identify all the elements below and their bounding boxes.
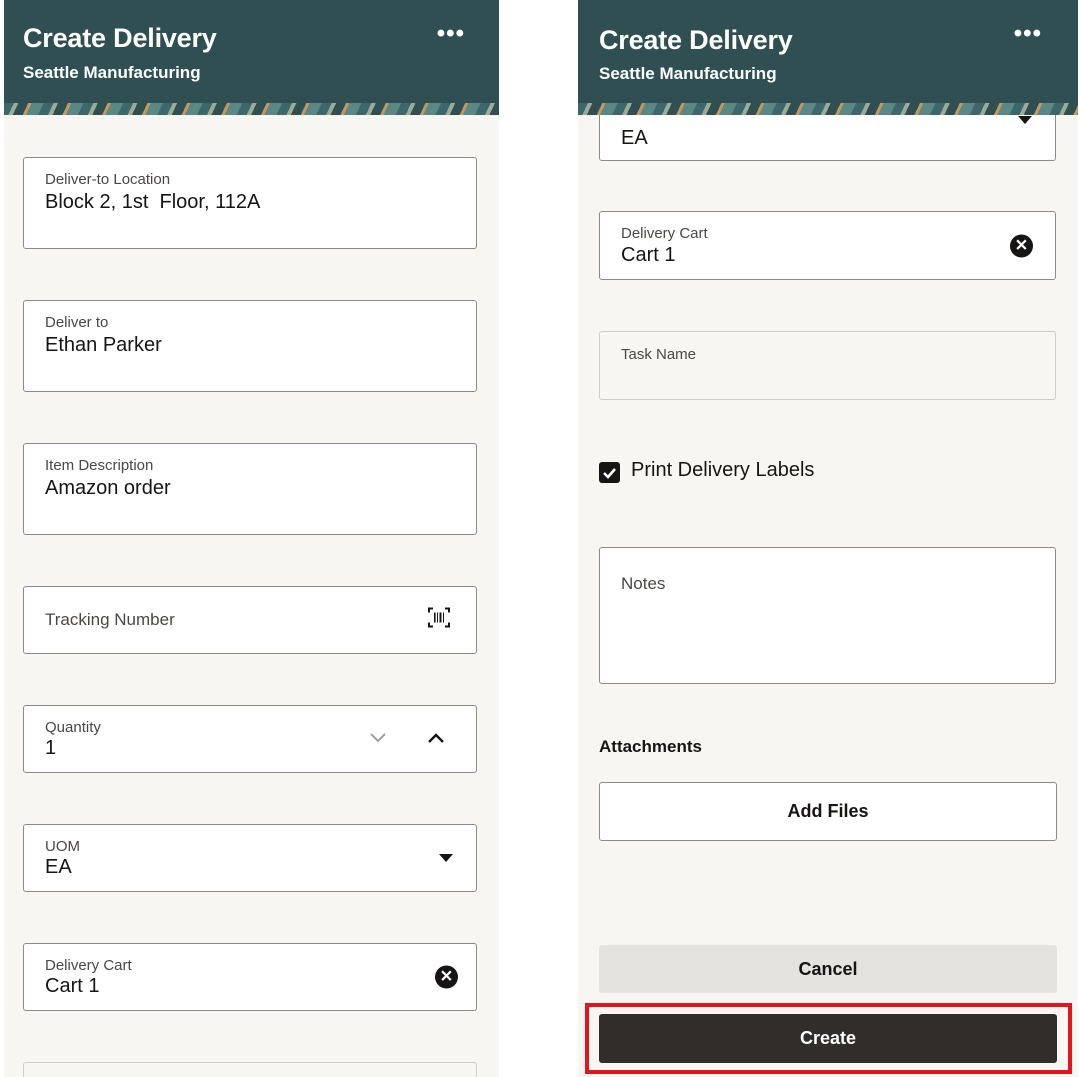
chevron-up-icon[interactable] [428,730,444,748]
cancel-button[interactable]: Cancel [599,945,1057,993]
more-icon[interactable]: ••• [437,22,465,46]
screen-left: Deliver-to Location Block 2, 1st Floor, … [4,0,499,1077]
deliver-to-label: Deliver to [45,314,109,331]
chevron-down-icon[interactable] [370,730,386,748]
more-icon[interactable]: ••• [1014,22,1042,46]
page-title: Create Delivery [599,25,793,55]
task-name-label: Task Name [621,346,697,363]
task-name-field[interactable] [23,1062,477,1077]
add-files-button[interactable]: Add Files [599,782,1057,841]
item-description-field[interactable]: Item Description Amazon order [23,443,477,535]
page-subtitle: Seattle Manufacturing [23,63,201,82]
delivery-cart-value: Cart 1 [621,244,676,266]
deliver-to-location-value: Block 2, 1st Floor, 112A [45,191,261,213]
deliver-to-location-field[interactable]: Deliver-to Location Block 2, 1st Floor, … [23,157,477,249]
tracking-number-label: Tracking Number [45,610,175,629]
page-subtitle: Seattle Manufacturing [599,64,777,83]
quantity-stepper[interactable]: Quantity 1 [23,705,477,773]
item-description-value: Amazon order [45,477,171,499]
deliver-to-value: Ethan Parker [45,334,162,356]
deliver-to-field[interactable]: Deliver to Ethan Parker [23,300,477,392]
uom-select[interactable]: UOM EA [23,824,477,892]
print-delivery-labels-checkbox[interactable] [599,462,620,483]
app-header: Create Delivery Seattle Manufacturing ••… [578,0,1078,115]
quantity-value: 1 [45,737,57,759]
header-pattern [578,103,1078,115]
notes-label: Notes [621,574,666,593]
delivery-cart-label: Delivery Cart [45,957,132,974]
uom-value: EA [45,856,72,878]
barcode-scan-icon[interactable] [428,607,450,633]
quantity-label: Quantity [45,719,101,736]
print-delivery-labels-label: Print Delivery Labels [631,459,815,481]
delivery-cart-field[interactable]: Delivery Cart Cart 1 ✕ [599,211,1056,280]
create-button-highlight [585,1003,1072,1074]
app-header: Create Delivery Seattle Manufacturing ••… [4,0,499,115]
checkmark-icon [603,468,616,479]
clear-icon[interactable]: ✕ [1010,234,1033,257]
item-description-label: Item Description [45,457,154,474]
caret-down-icon[interactable] [1018,115,1032,124]
header-pattern [4,103,499,115]
clear-icon[interactable]: ✕ [435,965,458,989]
tracking-number-field[interactable]: Tracking Number [23,586,477,654]
page-title: Create Delivery [23,23,217,53]
delivery-cart-field[interactable]: Delivery Cart Cart 1 ✕ [23,943,477,1011]
screen-right: EA Delivery Cart Cart 1 ✕ Task Name Prin… [578,0,1078,1077]
deliver-to-location-label: Deliver-to Location [45,171,171,188]
uom-value: EA [621,127,648,149]
attachments-heading: Attachments [599,737,702,756]
delivery-cart-value: Cart 1 [45,975,100,997]
uom-label: UOM [45,838,80,855]
delivery-cart-label: Delivery Cart [621,225,708,242]
task-name-field[interactable]: Task Name [599,331,1056,400]
notes-textarea[interactable]: Notes [599,547,1056,684]
caret-down-icon[interactable] [439,854,453,862]
